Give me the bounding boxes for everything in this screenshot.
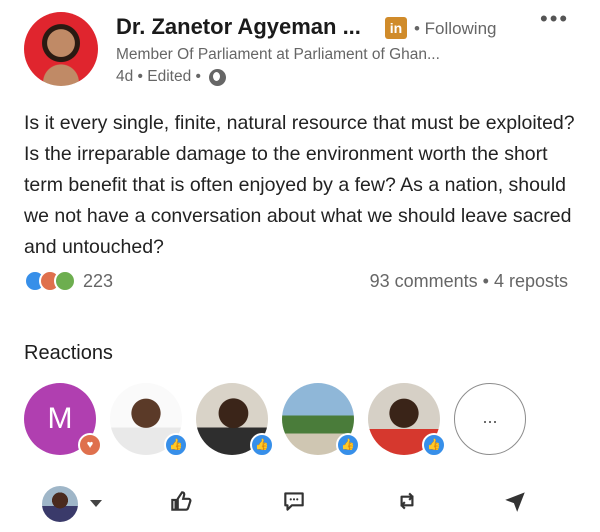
like-icon: 👍: [422, 433, 446, 457]
love-icon: ♥: [78, 433, 102, 457]
post-body: Is it every single, finite, natural reso…: [24, 112, 575, 258]
reactor-avatar[interactable]: 👍: [196, 383, 274, 457]
reaction-count: 223: [83, 270, 114, 291]
reactor-avatar[interactable]: M ♥: [24, 383, 102, 457]
author-avatar[interactable]: [24, 12, 98, 86]
reactions-heading: Reactions: [24, 342, 113, 364]
like-icon: 👍: [164, 433, 188, 457]
reactor-avatar[interactable]: 👍: [368, 383, 446, 457]
more-reactors-button[interactable]: ...: [454, 383, 526, 455]
reactor-avatar[interactable]: 👍: [282, 383, 360, 457]
like-icon: 👍: [336, 433, 360, 457]
linkedin-badge-icon: in: [385, 17, 407, 39]
post-meta: 4d • Edited •: [116, 68, 226, 86]
linkedin-post: Dr. Zanetor Agyeman ... in • Following •…: [0, 0, 600, 532]
chevron-down-icon[interactable]: [90, 500, 102, 507]
comment-icon[interactable]: [279, 488, 309, 518]
send-icon[interactable]: [500, 488, 530, 518]
author-headline: Member Of Parliament at Parliament of Gh…: [116, 46, 440, 63]
more-options-icon[interactable]: •••: [540, 6, 569, 32]
repost-icon[interactable]: [392, 488, 422, 518]
reactor-avatar[interactable]: 👍: [110, 383, 188, 457]
author-name[interactable]: Dr. Zanetor Agyeman ...: [116, 14, 361, 40]
comments-reposts-count[interactable]: 93 comments • 4 reposts: [370, 271, 568, 292]
like-icon[interactable]: [166, 488, 196, 518]
post-time: 4d • Edited •: [116, 68, 201, 85]
follow-status[interactable]: • Following: [414, 19, 497, 39]
support-icon: [54, 270, 76, 292]
reaction-summary[interactable]: 223: [24, 270, 113, 292]
action-bar: [0, 480, 600, 532]
like-icon: 👍: [250, 433, 274, 457]
my-avatar[interactable]: [42, 486, 78, 522]
globe-icon: [208, 68, 226, 86]
